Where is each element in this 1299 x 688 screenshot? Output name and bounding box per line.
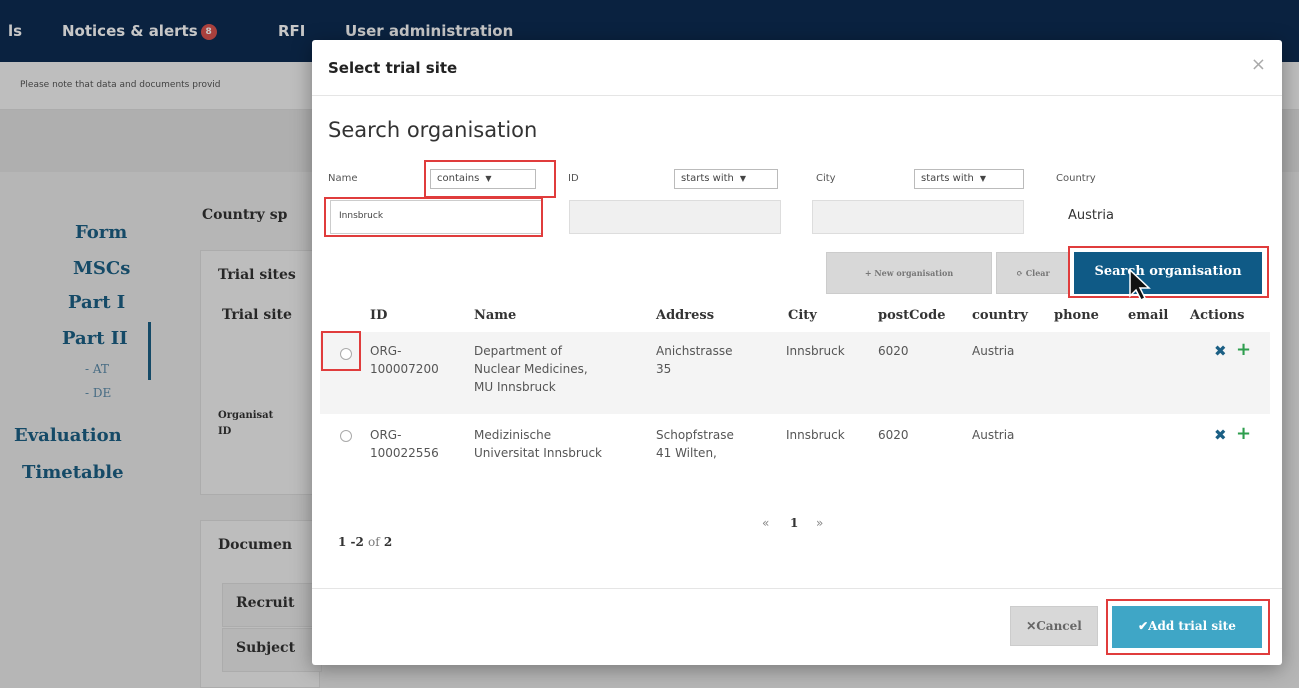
cancel-button[interactable]: ✕Cancel bbox=[1010, 606, 1098, 646]
org-name-line1: Medizinische bbox=[474, 428, 552, 442]
mouse-cursor-icon bbox=[1129, 268, 1151, 302]
org-country: Austria bbox=[972, 344, 1015, 358]
highlight-row-radio bbox=[321, 331, 361, 371]
org-name-line1: Department of bbox=[474, 344, 562, 358]
result-range-of: of bbox=[368, 535, 380, 549]
org-id-line1: ORG- bbox=[370, 344, 402, 358]
footer-divider bbox=[312, 588, 1282, 589]
org-city: Innsbruck bbox=[786, 428, 845, 442]
pagination-current-page: 1 bbox=[790, 516, 799, 530]
org-address-line2: 35 bbox=[656, 362, 672, 376]
remove-icon[interactable]: ✖ bbox=[1214, 342, 1227, 360]
pagination-page-1[interactable]: 1 bbox=[790, 516, 798, 530]
table-row[interactable]: ORG- 100007200 Department of Nuclear Med… bbox=[320, 332, 1270, 414]
org-address-line1: Schopfstrase bbox=[656, 428, 734, 442]
org-name-line2: Universitat Innsbruck bbox=[474, 446, 603, 460]
highlight-name-input bbox=[324, 197, 543, 237]
pagination-next[interactable]: » bbox=[816, 516, 823, 530]
org-id-line2: 100022556 bbox=[370, 446, 439, 460]
result-range-value: 1 -2 bbox=[338, 535, 364, 549]
add-icon[interactable]: + bbox=[1236, 339, 1251, 360]
col-header-name: Name bbox=[474, 308, 517, 323]
city-match-value: starts with bbox=[921, 173, 974, 184]
section-title: Search organisation bbox=[328, 118, 538, 142]
col-header-id: ID bbox=[370, 308, 388, 323]
id-match-value: starts with bbox=[681, 173, 734, 184]
name-filter-label: Name bbox=[328, 173, 358, 184]
id-filter-label: ID bbox=[568, 173, 579, 184]
id-search-input[interactable] bbox=[569, 200, 781, 234]
org-postcode: 6020 bbox=[878, 428, 909, 442]
result-total: 2 bbox=[383, 535, 393, 549]
result-range: 1 -2 of 2 bbox=[338, 535, 392, 549]
highlight-name-match bbox=[424, 160, 556, 198]
col-header-address: Address bbox=[656, 308, 715, 323]
col-header-country: country bbox=[972, 308, 1028, 323]
org-country: Austria bbox=[972, 428, 1015, 442]
org-name-line3: MU Innsbruck bbox=[474, 380, 556, 394]
select-trial-site-modal: Select trial site × Search organisation … bbox=[312, 40, 1282, 665]
org-id-line1: ORG- bbox=[370, 428, 402, 442]
chevron-down-icon: ▼ bbox=[739, 174, 747, 183]
id-match-select[interactable]: starts with ▼ bbox=[674, 169, 778, 189]
close-icon[interactable]: × bbox=[1251, 54, 1266, 75]
country-filter-label: Country bbox=[1056, 173, 1096, 184]
org-address-line2: 41 Wilten, bbox=[656, 446, 717, 460]
col-header-postcode: postCode bbox=[878, 308, 946, 323]
row-select-radio[interactable] bbox=[340, 430, 352, 442]
col-header-city: City bbox=[788, 308, 817, 323]
org-address-line1: Anichstrasse bbox=[656, 344, 733, 358]
new-organisation-button[interactable]: + New organisation bbox=[826, 252, 992, 294]
org-name-line2: Nuclear Medicines, bbox=[474, 362, 588, 376]
city-filter-label: City bbox=[816, 173, 836, 184]
col-header-actions: Actions bbox=[1190, 308, 1245, 323]
country-value: Austria bbox=[1068, 208, 1114, 223]
org-city: Innsbruck bbox=[786, 344, 845, 358]
chevron-down-icon: ▼ bbox=[979, 174, 987, 183]
org-postcode: 6020 bbox=[878, 344, 909, 358]
highlight-search-button bbox=[1068, 246, 1269, 298]
table-row[interactable]: ORG- 100022556 Medizinische Universitat … bbox=[320, 414, 1270, 496]
city-match-select[interactable]: starts with ▼ bbox=[914, 169, 1024, 189]
clear-button[interactable]: ⟳ Clear bbox=[996, 252, 1070, 294]
org-id-line2: 100007200 bbox=[370, 362, 439, 376]
remove-icon[interactable]: ✖ bbox=[1214, 426, 1227, 444]
highlight-add-button bbox=[1106, 599, 1270, 655]
col-header-phone: phone bbox=[1054, 308, 1099, 323]
pagination-prev[interactable]: « bbox=[762, 516, 769, 530]
col-header-email: email bbox=[1128, 308, 1169, 323]
add-icon[interactable]: + bbox=[1236, 423, 1251, 444]
city-search-input[interactable] bbox=[812, 200, 1024, 234]
modal-header: Select trial site × bbox=[312, 40, 1282, 96]
modal-title: Select trial site bbox=[328, 59, 458, 77]
